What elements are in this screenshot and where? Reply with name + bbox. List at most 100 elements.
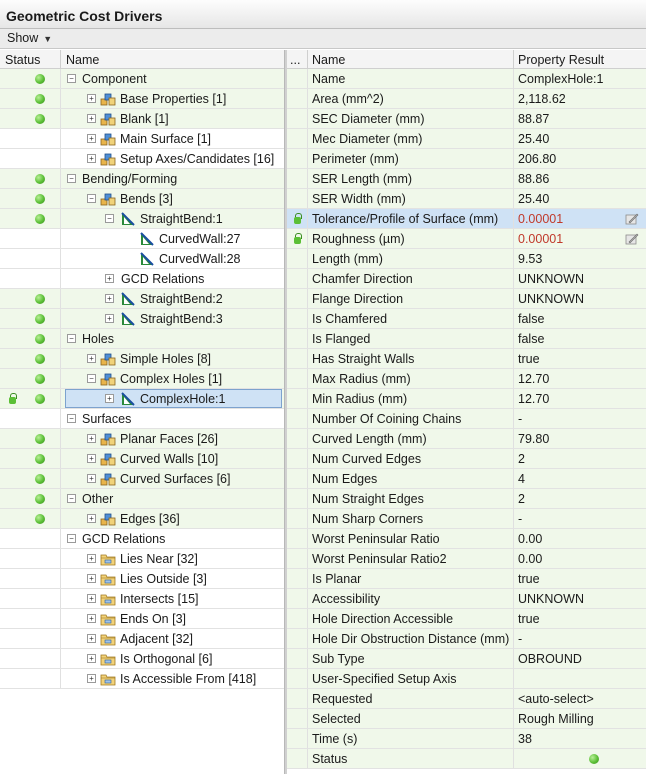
property-row[interactable]: Worst Peninsular Ratio2 0.00	[287, 549, 646, 569]
expand-icon[interactable]: +	[87, 554, 96, 563]
property-row[interactable]: Mec Diameter (mm) 25.40	[287, 129, 646, 149]
expand-icon[interactable]: +	[105, 314, 114, 323]
tree-row[interactable]: − Component	[0, 69, 284, 89]
property-row[interactable]: SER Length (mm) 88.86	[287, 169, 646, 189]
expand-icon[interactable]: +	[87, 154, 96, 163]
show-menu-button[interactable]: Show ▼	[7, 31, 52, 45]
property-row[interactable]: Status	[287, 749, 646, 769]
property-row[interactable]: Is Planar true	[287, 569, 646, 589]
tree-row[interactable]: + Main Surface [1]	[0, 129, 284, 149]
property-row[interactable]: Requested <auto-select>	[287, 689, 646, 709]
tree-row[interactable]: + GCD Relations	[0, 269, 284, 289]
tree-row[interactable]: + Lies Near [32]	[0, 549, 284, 569]
tree-row[interactable]: − GCD Relations	[0, 529, 284, 549]
property-row[interactable]: Num Sharp Corners -	[287, 509, 646, 529]
expand-icon[interactable]: +	[105, 294, 114, 303]
collapse-icon[interactable]: −	[87, 194, 96, 203]
property-row[interactable]: Selected Rough Milling	[287, 709, 646, 729]
property-row[interactable]: Area (mm^2) 2,118.62	[287, 89, 646, 109]
tree-row[interactable]: + Ends On [3]	[0, 609, 284, 629]
collapse-icon[interactable]: −	[67, 494, 76, 503]
property-row[interactable]: Num Edges 4	[287, 469, 646, 489]
tree-row[interactable]: − Other	[0, 489, 284, 509]
property-row[interactable]: SEC Diameter (mm) 88.87	[287, 109, 646, 129]
expand-icon[interactable]: +	[87, 654, 96, 663]
collapse-icon[interactable]: −	[67, 414, 76, 423]
expand-icon[interactable]: +	[105, 274, 114, 283]
lock-column-header[interactable]: ...	[290, 53, 300, 67]
tree-row[interactable]: + StraightBend:3	[0, 309, 284, 329]
collapse-icon[interactable]: −	[67, 74, 76, 83]
edit-value-icon[interactable]	[625, 232, 639, 245]
tree-row[interactable]: + Curved Walls [10]	[0, 449, 284, 469]
tree-row[interactable]: + Setup Axes/Candidates [16]	[0, 149, 284, 169]
property-value[interactable]: 0.00001	[518, 232, 563, 246]
property-row[interactable]: SER Width (mm) 25.40	[287, 189, 646, 209]
expand-icon[interactable]: +	[87, 454, 96, 463]
tree-row[interactable]: + Lies Outside [3]	[0, 569, 284, 589]
property-row[interactable]: User-Specified Setup Axis	[287, 669, 646, 689]
tree-row[interactable]: + Is Accessible From [418]	[0, 669, 284, 689]
property-row[interactable]: Num Straight Edges 2	[287, 489, 646, 509]
tree-row[interactable]: + Blank [1]	[0, 109, 284, 129]
property-row[interactable]: Has Straight Walls true	[287, 349, 646, 369]
tree-row[interactable]: CurvedWall:28	[0, 249, 284, 269]
property-row[interactable]: Perimeter (mm) 206.80	[287, 149, 646, 169]
tree-row[interactable]: − Surfaces	[0, 409, 284, 429]
collapse-icon[interactable]: −	[67, 334, 76, 343]
tree-row[interactable]: − StraightBend:1	[0, 209, 284, 229]
property-name-column-header[interactable]: Name	[312, 53, 345, 67]
tree-row[interactable]: + Planar Faces [26]	[0, 429, 284, 449]
property-row[interactable]: Num Curved Edges 2	[287, 449, 646, 469]
tree-row[interactable]: + ComplexHole:1	[0, 389, 284, 409]
property-row[interactable]: Is Chamfered false	[287, 309, 646, 329]
expand-icon[interactable]: +	[87, 634, 96, 643]
tree-row[interactable]: − Complex Holes [1]	[0, 369, 284, 389]
collapse-icon[interactable]: −	[105, 214, 114, 223]
property-result-column-header[interactable]: Property Result	[518, 53, 604, 67]
property-value[interactable]: 0.00001	[518, 212, 563, 226]
expand-icon[interactable]: +	[87, 674, 96, 683]
status-column-header[interactable]: Status	[5, 53, 40, 67]
property-row[interactable]: Flange Direction UNKNOWN	[287, 289, 646, 309]
tree-row[interactable]: − Bends [3]	[0, 189, 284, 209]
name-column-header[interactable]: Name	[66, 53, 99, 67]
property-row[interactable]: Accessibility UNKNOWN	[287, 589, 646, 609]
tree-row[interactable]: CurvedWall:27	[0, 229, 284, 249]
collapse-icon[interactable]: −	[67, 174, 76, 183]
property-row[interactable]: Curved Length (mm) 79.80	[287, 429, 646, 449]
tree-row[interactable]: + Intersects [15]	[0, 589, 284, 609]
property-row[interactable]: Tolerance/Profile of Surface (mm) 0.00001	[287, 209, 646, 229]
expand-icon[interactable]: +	[87, 574, 96, 583]
property-row[interactable]: Hole Dir Obstruction Distance (mm) -	[287, 629, 646, 649]
expand-icon[interactable]: +	[87, 474, 96, 483]
tree-row[interactable]: + Curved Surfaces [6]	[0, 469, 284, 489]
property-row[interactable]: Hole Direction Accessible true	[287, 609, 646, 629]
edit-value-icon[interactable]	[625, 212, 639, 225]
property-row[interactable]: Min Radius (mm) 12.70	[287, 389, 646, 409]
property-row[interactable]: Roughness (µm) 0.00001	[287, 229, 646, 249]
tree-row[interactable]: + Adjacent [32]	[0, 629, 284, 649]
property-row[interactable]: Chamfer Direction UNKNOWN	[287, 269, 646, 289]
tree-row[interactable]: + Simple Holes [8]	[0, 349, 284, 369]
property-row[interactable]: Worst Peninsular Ratio 0.00	[287, 529, 646, 549]
tree-row[interactable]: − Holes	[0, 329, 284, 349]
property-row[interactable]: Max Radius (mm) 12.70	[287, 369, 646, 389]
property-row[interactable]: Length (mm) 9.53	[287, 249, 646, 269]
expand-icon[interactable]: +	[87, 134, 96, 143]
tree-row[interactable]: + Edges [36]	[0, 509, 284, 529]
property-row[interactable]: Is Flanged false	[287, 329, 646, 349]
tree-row[interactable]: + StraightBend:2	[0, 289, 284, 309]
expand-icon[interactable]: +	[87, 354, 96, 363]
expand-icon[interactable]: +	[87, 114, 96, 123]
expand-icon[interactable]: +	[87, 434, 96, 443]
tree-row[interactable]: − Bending/Forming	[0, 169, 284, 189]
expand-icon[interactable]: +	[87, 514, 96, 523]
expand-icon[interactable]: +	[87, 594, 96, 603]
tree-row[interactable]: + Base Properties [1]	[0, 89, 284, 109]
expand-icon[interactable]: +	[87, 614, 96, 623]
property-row[interactable]: Name ComplexHole:1	[287, 69, 646, 89]
tree-row[interactable]: + Is Orthogonal [6]	[0, 649, 284, 669]
collapse-icon[interactable]: −	[87, 374, 96, 383]
property-row[interactable]: Number Of Coining Chains -	[287, 409, 646, 429]
